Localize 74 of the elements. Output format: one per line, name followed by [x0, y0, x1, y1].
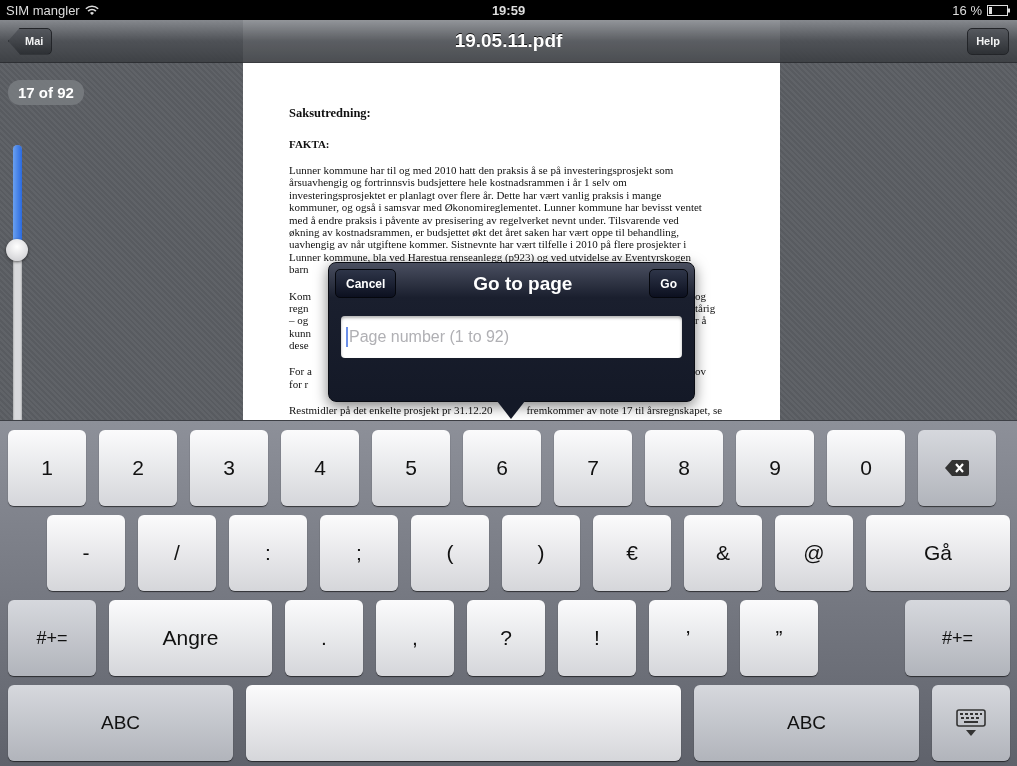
text-cursor	[346, 327, 348, 347]
keyboard-key[interactable]: 8	[645, 430, 723, 506]
document-text-fragment: ov	[695, 365, 706, 378]
go-button[interactable]: Go	[649, 269, 688, 298]
keyboard-key[interactable]: €	[593, 515, 671, 591]
abc-key[interactable]: ABC	[694, 685, 919, 761]
document-heading: Saksutredning:	[289, 106, 372, 121]
keyboard-key[interactable]: &	[684, 515, 762, 591]
undo-key[interactable]: Angre	[109, 600, 272, 676]
document-title: 19.05.11.pdf	[454, 30, 563, 52]
battery-percent: 16 %	[952, 2, 982, 18]
keyboard-key[interactable]: ,	[376, 600, 454, 676]
help-button[interactable]: Help	[967, 27, 1009, 55]
keyboard-key[interactable]: 4	[281, 430, 359, 506]
keyboard-key[interactable]: -	[47, 515, 125, 591]
keyboard-key[interactable]: ”	[740, 600, 818, 676]
popover-title: Go to page	[473, 272, 573, 295]
document-text-line: uavhengig av når utgiftene kommer. Sistnevnte har vært tilfelle i 2010 på flere prosjekter i	[289, 238, 688, 251]
keyboard-key[interactable]: 3	[190, 430, 268, 506]
keyboard-key[interactable]: )	[502, 515, 580, 591]
document-text-line: Lunner kommune har til og med 2010 hatt den praksis å se på investeringsprosjekt som	[289, 164, 675, 177]
carrier-label: SIM mangler	[6, 2, 80, 18]
keyboard-key[interactable]: 2	[99, 430, 177, 506]
abc-key[interactable]: ABC	[8, 685, 233, 761]
keyboard-key[interactable]: 9	[736, 430, 814, 506]
document-text-line: investeringsprosjektet er planlagt over flere år. Dette har vært vanlig praksis i mange	[289, 188, 663, 202]
page-indicator: 17 of 92	[8, 80, 84, 105]
document-text-fragment: Restmidler på det enkelte prosjekt pr 31.12.20	[289, 404, 493, 417]
keyboard-key[interactable]: @	[775, 515, 853, 591]
return-key[interactable]: Gå	[866, 515, 1010, 591]
keyboard-key[interactable]: 7	[554, 430, 632, 506]
keyboard-key[interactable]: 5	[372, 430, 450, 506]
page-slider[interactable]	[6, 145, 28, 420]
wifi-icon	[84, 4, 99, 16]
backspace-key[interactable]	[918, 430, 996, 506]
document-text-fragment: tårig	[695, 301, 716, 315]
document-text-fragment: Kom	[289, 289, 312, 302]
keyboard-key[interactable]: :	[229, 515, 307, 591]
keyboard-key[interactable]: ’	[649, 600, 727, 676]
document-text-fragment: kunn	[289, 326, 312, 340]
keyboard-key[interactable]: 0	[827, 430, 905, 506]
document-text-fragment: fremkommer av note 17 til årsregnskapet, se	[526, 404, 723, 417]
back-button[interactable]: Mai	[8, 27, 53, 55]
document-text-fragment: dese	[289, 339, 310, 352]
document-text-fragment: regn	[289, 301, 310, 315]
keyboard-key[interactable]: 6	[463, 430, 541, 506]
hide-keyboard-key[interactable]	[932, 685, 1010, 761]
document-text-fragment: For a	[289, 365, 313, 378]
page-number-field[interactable]: Page number (1 to 92)	[341, 316, 682, 358]
slider-thumb[interactable]	[6, 238, 28, 261]
keyboard-key[interactable]: 1	[8, 430, 86, 506]
keyboard-key[interactable]: ;	[320, 515, 398, 591]
hide-keyboard-icon	[956, 709, 986, 737]
document-text-fragment: r å	[695, 314, 707, 327]
document-text-fragment: for r	[289, 377, 310, 391]
battery-icon	[987, 4, 1011, 16]
keyboard-key[interactable]: /	[138, 515, 216, 591]
keyboard-key[interactable]: (	[411, 515, 489, 591]
symbols-key[interactable]: #+=	[905, 600, 1010, 676]
document-text-line: økning av kostnadsrammen, er budsjettet økt det året saken har vært oppe til behandling,	[289, 225, 681, 239]
keyboard-key[interactable]: ?	[467, 600, 545, 676]
symbols-key[interactable]: #+=	[8, 600, 96, 676]
clock-time: 19:59	[491, 2, 526, 18]
backspace-icon	[945, 460, 969, 476]
document-text-fragment: barn	[289, 263, 310, 276]
cancel-button[interactable]: Cancel	[335, 269, 397, 298]
document-text-fragment: – og	[289, 314, 310, 327]
document-text-line: årsuavhengig og fortrinnsvis budsjettere hele kostnadsrammen i år 1 selv om	[289, 176, 628, 189]
document-subheading: FAKTA:	[289, 138, 331, 150]
document-text-line: med å endre praksis i påvente av presisering av regelverket nevnt under. Tilsvarende ved	[289, 213, 680, 226]
keyboard-key[interactable]: .	[285, 600, 363, 676]
document-text-line: kommuner, og også i samsvar med Økonomireglementet. Lunner kommune har bevisst ventet	[289, 201, 703, 214]
keyboard-key[interactable]: !	[558, 600, 636, 676]
document-text-fragment: og	[695, 289, 706, 302]
